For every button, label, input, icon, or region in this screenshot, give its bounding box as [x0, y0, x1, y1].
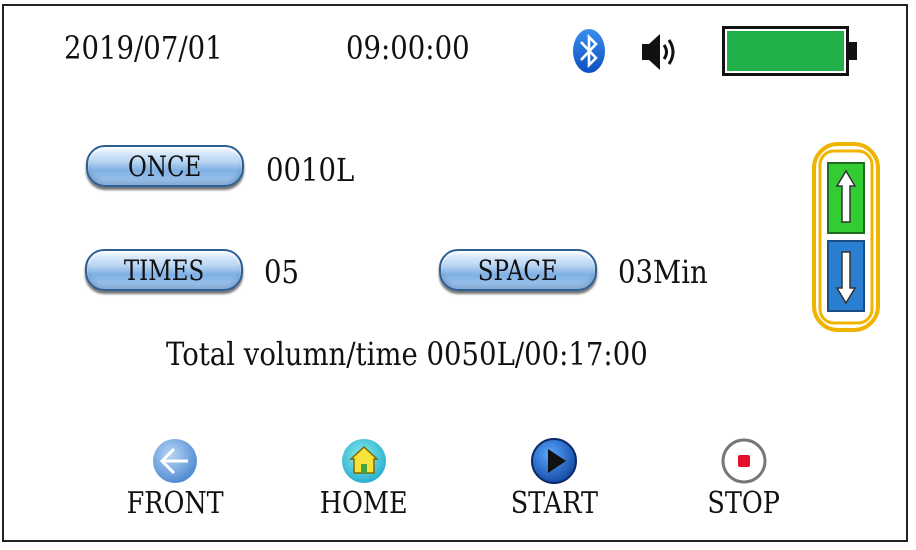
time-display: 09:00:00	[346, 29, 470, 67]
start-label: START	[510, 486, 598, 521]
speaker-icon[interactable]	[640, 30, 680, 74]
front-button[interactable]: FRONT	[115, 436, 235, 521]
scroll-up-button[interactable]	[827, 162, 865, 234]
front-label: FRONT	[126, 486, 224, 521]
stop-button[interactable]: STOP	[684, 436, 804, 521]
play-icon	[529, 436, 579, 486]
once-button-label: ONCE	[128, 149, 202, 183]
times-button[interactable]: TIMES	[85, 249, 243, 291]
device-screen: 2019/07/01 09:00:00 ONCE 0010L TIMES 05 …	[2, 4, 908, 542]
home-button[interactable]: HOME	[304, 436, 424, 521]
home-label: HOME	[320, 486, 408, 521]
times-button-label: TIMES	[123, 253, 205, 287]
start-button[interactable]: START	[494, 436, 614, 521]
scroll-down-button[interactable]	[827, 240, 865, 312]
home-icon	[339, 436, 389, 486]
arrow-left-icon	[150, 436, 200, 486]
battery-icon	[722, 26, 860, 76]
bluetooth-icon	[572, 28, 606, 74]
stop-label: STOP	[707, 486, 781, 521]
times-value: 05	[264, 253, 300, 291]
stop-icon	[719, 436, 769, 486]
space-button[interactable]: SPACE	[439, 249, 597, 291]
date-display: 2019/07/01	[64, 29, 223, 67]
once-value: 0010L	[266, 151, 355, 189]
value-adjust-scroller	[812, 142, 880, 332]
space-button-label: SPACE	[477, 253, 558, 287]
once-button[interactable]: ONCE	[86, 145, 244, 187]
space-value: 03Min	[618, 253, 708, 291]
total-volume-time: Total volumn/time 0050L/00:17:00	[166, 335, 648, 373]
